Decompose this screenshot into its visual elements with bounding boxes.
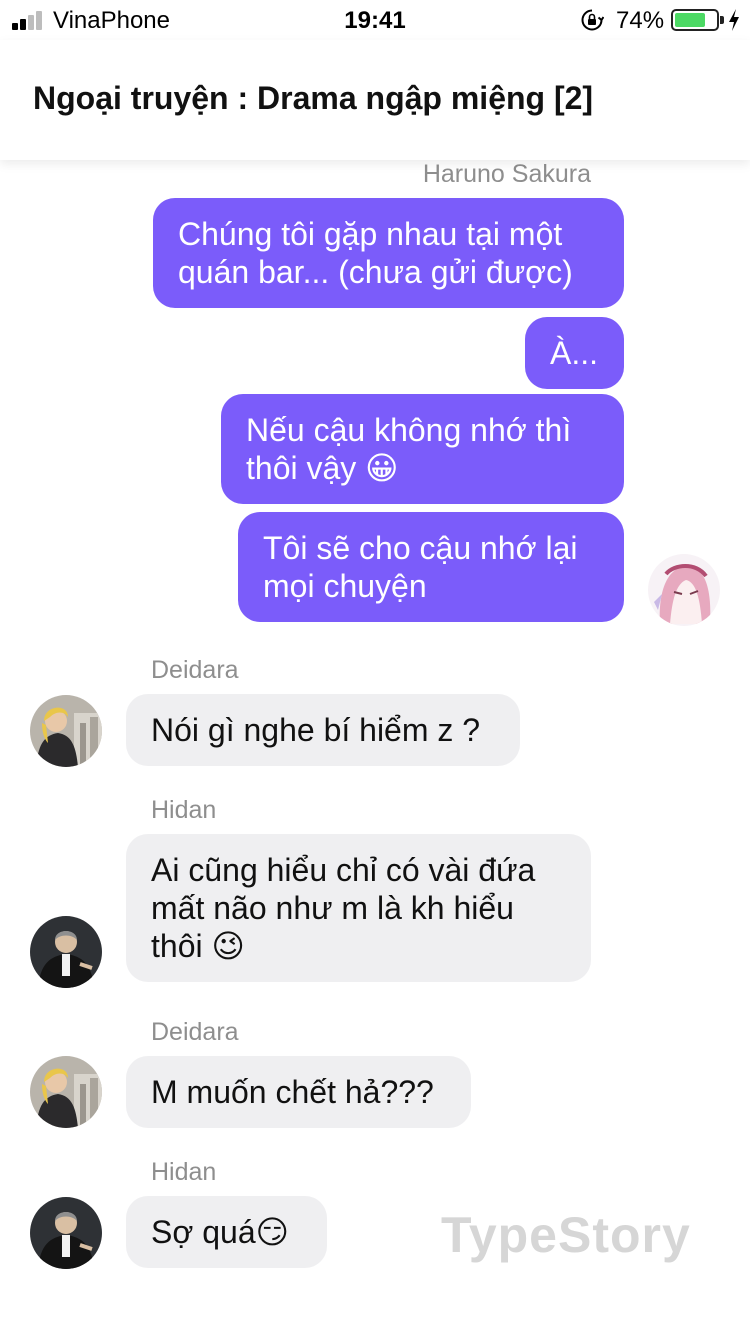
message-line: mất não như m là kh hiểu — [151, 890, 514, 926]
message-bubble-outgoing[interactable]: Tôi sẽ cho cậu nhớ lại mọi chuyện — [238, 512, 624, 622]
message-bubble-outgoing[interactable]: À... — [525, 317, 624, 389]
message-line: À... — [550, 335, 599, 371]
message-line: Chúng tôi gặp nhau tại một — [178, 216, 563, 252]
message-line: Tôi sẽ cho cậu nhớ lại — [263, 530, 578, 566]
message-line: thôi vậy 😀 — [246, 450, 399, 486]
avatar-sakura[interactable] — [648, 554, 720, 626]
message-line: Nói gì nghe bí hiểm z ? — [151, 712, 481, 748]
sender-name: Hidan — [151, 796, 217, 824]
sender-name: Hidan — [151, 1158, 217, 1186]
chat-thread[interactable]: Haruno Sakura Chúng tôi gặp nhau tại một… — [0, 160, 750, 1334]
sender-name: Deidara — [151, 1018, 239, 1046]
message-bubble-incoming[interactable]: Ai cũng hiểu chỉ có vài đứa mất não như … — [126, 834, 591, 982]
typestory-watermark: TypeStory — [441, 1207, 691, 1263]
message-line: mọi chuyện — [263, 568, 427, 604]
message-line: Nếu cậu không nhớ thì — [246, 412, 572, 448]
message-bubble-incoming[interactable]: Nói gì nghe bí hiểm z ? — [126, 694, 520, 766]
message-bubble-incoming[interactable]: Sợ quá😏 — [126, 1196, 327, 1268]
status-bar: VinaPhone 19:41 74% — [0, 0, 750, 40]
charging-bolt-icon — [729, 9, 739, 31]
battery-nub — [720, 16, 724, 24]
battery-fill — [675, 13, 705, 27]
avatar-image — [30, 1056, 102, 1128]
avatar-image — [30, 695, 102, 767]
message-line: quán bar... (chưa gửi được) — [178, 254, 573, 290]
message-line: thôi 😉 — [151, 928, 245, 964]
avatar-image — [648, 554, 720, 626]
orientation-lock-icon — [581, 9, 604, 31]
avatar-image — [30, 1197, 102, 1269]
story-title: Ngoại truyện : Drama ngập miệng [2] — [33, 80, 594, 116]
chat-header: Ngoại truyện : Drama ngập miệng [2] — [0, 40, 750, 160]
sender-name: Haruno Sakura — [422, 160, 591, 188]
avatar-hidan[interactable] — [30, 916, 102, 988]
message-bubble-incoming[interactable]: M muốn chết hả??? — [126, 1056, 471, 1128]
message-bubble-outgoing[interactable]: Nếu cậu không nhớ thì thôi vậy 😀 — [221, 394, 624, 504]
avatar-image — [30, 916, 102, 988]
message-line: Ai cũng hiểu chỉ có vài đứa — [151, 852, 536, 888]
battery-percent: 74% — [616, 7, 665, 34]
message-bubble-outgoing[interactable]: Chúng tôi gặp nhau tại một quán bar... (… — [153, 198, 624, 308]
message-line: Sợ quá😏 — [151, 1214, 289, 1250]
avatar-hidan[interactable] — [30, 1197, 102, 1269]
avatar-deidara[interactable] — [30, 1056, 102, 1128]
sender-name: Deidara — [151, 656, 239, 684]
battery-icon — [671, 9, 724, 31]
message-line: M muốn chết hả??? — [151, 1074, 434, 1110]
avatar-deidara[interactable] — [30, 695, 102, 767]
